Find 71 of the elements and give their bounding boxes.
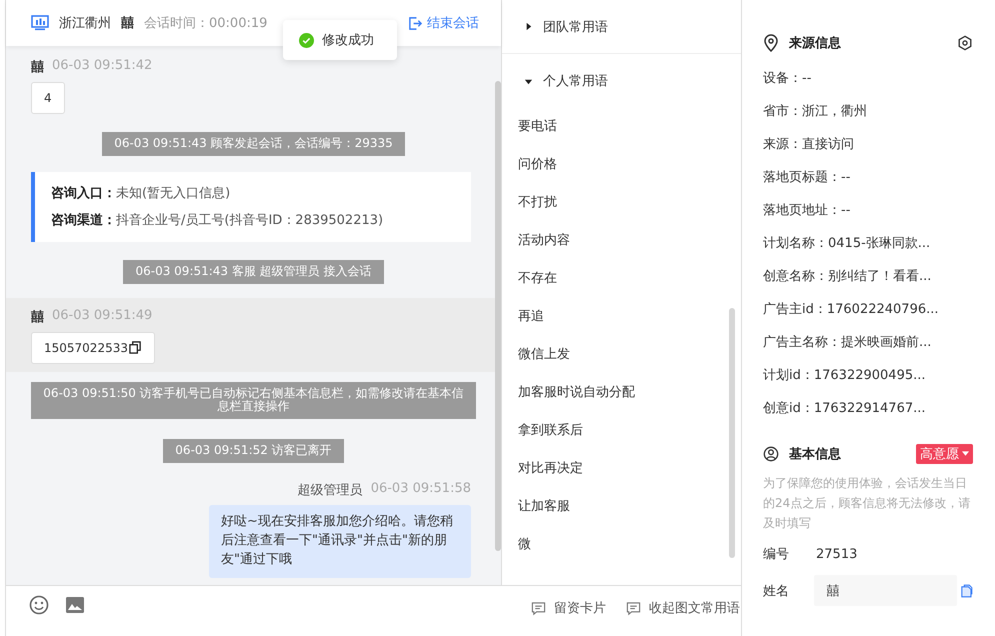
info-label: 咨询渠道：	[51, 212, 116, 228]
source-field: 计划id：176322900495...	[763, 359, 973, 392]
system-notice: 06-03 09:51:43 客服 超级管理员 接入会话	[123, 260, 384, 284]
footer-button[interactable]: 留资卡片	[531, 595, 606, 621]
phrase-item[interactable]: 对比再决定	[502, 450, 741, 488]
phrase-item[interactable]: 再追	[502, 298, 741, 336]
field-label: 编号	[763, 546, 790, 563]
section-title: 来源信息	[789, 35, 841, 52]
source-field: 计划名称：0415-张琳同款...	[763, 227, 973, 260]
phrase-item[interactable]: 拿到联系后	[502, 412, 741, 450]
source-field: 省市：浙江，衢州	[763, 95, 973, 128]
source-field: 广告主名称：提米映画婚前...	[763, 326, 973, 359]
check-circle-icon	[299, 32, 314, 48]
location-pin-icon	[763, 34, 779, 52]
message-icon	[531, 600, 546, 616]
source-field: 来源：直接访问	[763, 128, 973, 161]
success-toast: 修改成功	[283, 20, 397, 60]
field-label: 姓名	[763, 582, 790, 600]
visitor-location: 浙江衢州	[59, 15, 111, 32]
exit-icon	[408, 16, 423, 30]
message-time: 06-03 09:51:58	[370, 480, 471, 498]
visitor-name: 囍	[121, 15, 134, 32]
system-notice: 06-03 09:51:43 顾客发起会话，会话编号：29335	[102, 132, 405, 156]
intent-dropdown[interactable]: 高意愿	[916, 444, 973, 464]
end-session-button[interactable]: 结束会话	[408, 14, 479, 32]
phrase-item[interactable]: 问价格	[502, 146, 741, 184]
scrollbar[interactable]	[729, 308, 735, 558]
monitor-icon	[31, 15, 49, 31]
message-icon	[626, 600, 641, 616]
footer-button[interactable]: 收起图文常用语	[626, 595, 740, 621]
source-field: 创意名称：别纠结了！看看...	[763, 260, 973, 293]
session-duration: 会话时间：00:00:19	[144, 15, 268, 32]
sender-name: 超级管理员	[298, 482, 363, 499]
name-field[interactable]: 囍	[814, 575, 958, 606]
message-bubble: 15057022533	[31, 332, 155, 364]
caret-icon	[524, 76, 533, 86]
source-field: 落地页标题：--	[763, 161, 973, 194]
copy-icon[interactable]	[128, 341, 142, 354]
source-field: 设备：--	[763, 62, 973, 95]
settings-icon[interactable]	[957, 35, 973, 51]
phrase-item[interactable]: 让加客服	[502, 488, 741, 526]
info-value: 抖音企业号/员工号(抖音号ID：2839502213)	[116, 212, 384, 228]
sender-name: 囍	[31, 59, 44, 76]
phrase-item[interactable]: 活动内容	[502, 222, 741, 260]
field-value: 27513	[816, 546, 858, 562]
emoji-icon[interactable]	[29, 595, 49, 615]
message-time: 06-03 09:51:49	[52, 308, 152, 325]
caret-icon	[524, 22, 533, 31]
notice-text: 为了保障您的使用体验，会话发生当日的24点之后，顾客信息将无法修改，请及时填写	[763, 475, 972, 532]
info-label: 咨询入口：	[51, 186, 116, 201]
source-field: 广告主id：176022240796...	[763, 293, 973, 326]
caret-icon	[962, 451, 969, 457]
system-notice: 06-03 09:51:52 访客已离开	[163, 439, 344, 463]
phrase-item[interactable]: 要电话	[502, 108, 741, 146]
message-time: 06-03 09:51:42	[52, 58, 152, 75]
message-bubble: 好哒~现在安排客服加您介绍哈。请您稍后注意查看一下"通讯录"并点击"新的朋友"通过下哦	[209, 504, 471, 578]
phrase-item[interactable]: 微信上发	[502, 336, 741, 374]
phrase-item[interactable]: 微	[502, 526, 741, 564]
source-field: 落地页地址：--	[763, 194, 973, 227]
system-notice: 06-03 09:51:50 访客手机号已自动标记右侧基本信息栏，如需修改请在基本信息栏直接操作	[31, 382, 476, 420]
source-field: 创意id：176322914767...	[763, 392, 973, 425]
info-value: 未知(暂无入口信息)	[116, 186, 230, 201]
phrase-item[interactable]: 不打扰	[502, 184, 741, 222]
image-icon[interactable]	[65, 595, 85, 615]
section-title: 基本信息	[789, 446, 841, 463]
phrase-item[interactable]: 不存在	[502, 260, 741, 298]
phrase-item[interactable]: 加客服时说自动分配	[502, 374, 741, 412]
scrollbar[interactable]	[495, 81, 501, 551]
user-icon	[763, 445, 779, 463]
message-bubble: 4	[31, 82, 65, 114]
sender-name: 囍	[31, 308, 44, 326]
